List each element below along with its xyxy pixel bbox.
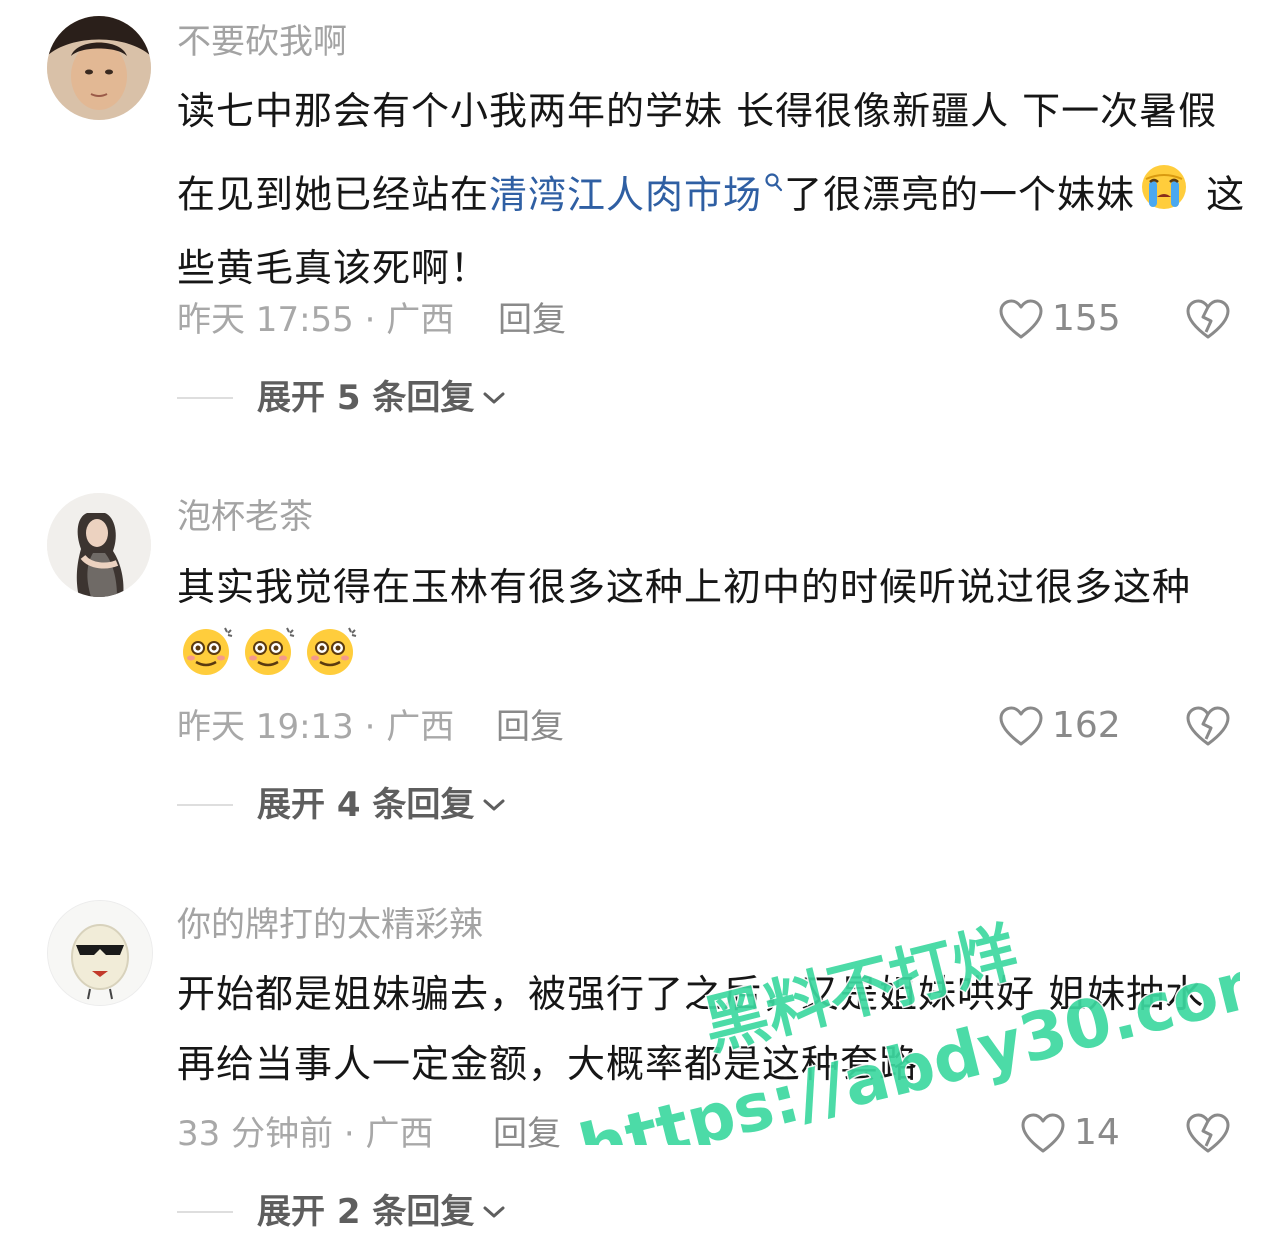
divider xyxy=(177,397,233,399)
expand-replies[interactable]: 展开 5 条回复 xyxy=(177,378,506,418)
dizzy-face-icon xyxy=(241,622,299,700)
crying-face-icon xyxy=(1137,161,1191,233)
dizzy-face-icon xyxy=(179,622,237,700)
comment-text-part: 其实我觉得在玉林有很多这种上初中的时候听说过很多这种 xyxy=(177,565,1192,609)
reply-button[interactable]: 回复 xyxy=(496,707,564,747)
broken-heart-icon xyxy=(1186,1113,1230,1153)
heart-icon xyxy=(999,299,1043,339)
search-link-label: 清湾江人肉市场 xyxy=(489,172,763,217)
comment-text: 读七中那会有个小我两年的学妹 长得很像新疆人 下一次暑假在见到她已经站在清湾江人… xyxy=(177,76,1247,303)
like-count: 155 xyxy=(1052,298,1121,339)
chevron-down-icon xyxy=(483,799,505,811)
avatar[interactable] xyxy=(47,493,151,597)
chevron-down-icon xyxy=(483,1206,505,1218)
dizzy-face-icon xyxy=(303,622,361,700)
divider xyxy=(177,1211,233,1213)
chevron-down-icon xyxy=(483,392,505,404)
expand-replies[interactable]: 展开 2 条回复 xyxy=(177,1192,506,1232)
expand-replies-label: 展开 2 条回复 xyxy=(257,1192,475,1232)
broken-heart-icon xyxy=(1186,299,1230,339)
like-button[interactable]: 14 xyxy=(1020,1112,1120,1154)
dislike-button[interactable] xyxy=(1185,1112,1231,1158)
comment-text: 其实我觉得在玉林有很多这种上初中的时候听说过很多这种 xyxy=(177,552,1247,700)
heart-icon xyxy=(999,706,1043,746)
comment-meta: 昨天 17:55 · 广西 xyxy=(177,300,455,340)
like-count: 162 xyxy=(1052,705,1121,746)
username[interactable]: 泡杯老茶 xyxy=(177,497,313,537)
avatar[interactable] xyxy=(47,900,153,1006)
avatar[interactable] xyxy=(47,16,151,120)
dislike-button[interactable] xyxy=(1185,705,1231,751)
reply-button[interactable]: 回复 xyxy=(498,300,566,340)
reply-button[interactable]: 回复 xyxy=(493,1114,561,1154)
expand-replies[interactable]: 展开 4 条回复 xyxy=(177,785,506,825)
like-count: 14 xyxy=(1074,1112,1120,1153)
search-link[interactable]: 清湾江人肉市场 xyxy=(489,173,784,217)
comment-meta: 33 分钟前 · 广西 xyxy=(177,1114,434,1154)
username[interactable]: 不要砍我啊 xyxy=(177,22,347,62)
comment-text-part: 了很漂亮的一个妹妹 xyxy=(784,172,1136,217)
expand-replies-label: 展开 4 条回复 xyxy=(257,785,475,825)
heart-icon xyxy=(1021,1113,1065,1153)
search-icon xyxy=(764,146,784,216)
comment-text: 开始都是姐妹骗去，被强行了之后，又是姐妹哄好 姐妹抽水 再给当事人一定金额，大概… xyxy=(177,959,1247,1099)
comment-text-part: 开始都是姐妹骗去，被强行了之后，又是姐妹哄好 姐妹抽水 再给当事人一定金额，大概… xyxy=(177,972,1205,1086)
broken-heart-icon xyxy=(1186,706,1230,746)
like-button[interactable]: 162 xyxy=(998,705,1121,747)
expand-replies-label: 展开 5 条回复 xyxy=(257,378,475,418)
username[interactable]: 你的牌打的太精彩辣 xyxy=(177,905,483,945)
dislike-button[interactable] xyxy=(1185,298,1231,344)
divider xyxy=(177,804,233,806)
comment-meta: 昨天 19:13 · 广西 xyxy=(177,707,455,747)
like-button[interactable]: 155 xyxy=(998,298,1121,340)
